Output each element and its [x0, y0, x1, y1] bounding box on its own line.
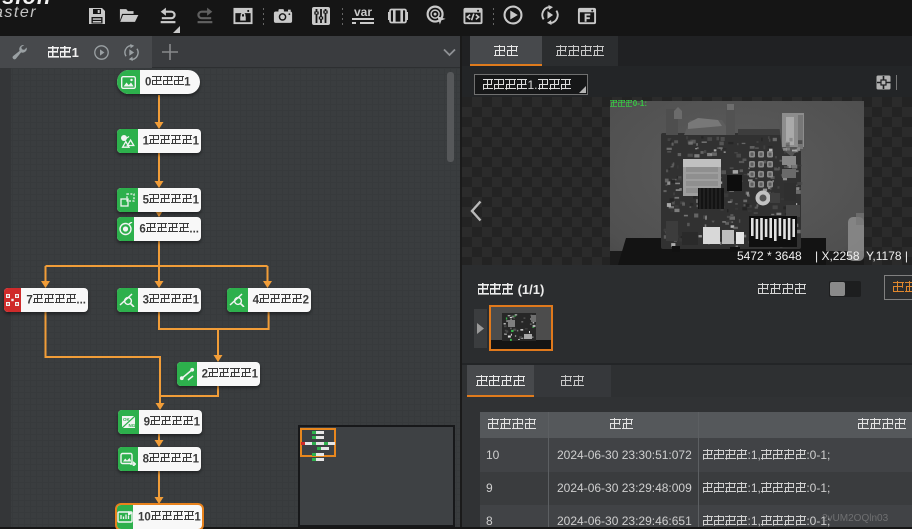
svg-text:NG: NG	[128, 423, 135, 428]
svg-text:OK: OK	[123, 417, 131, 422]
